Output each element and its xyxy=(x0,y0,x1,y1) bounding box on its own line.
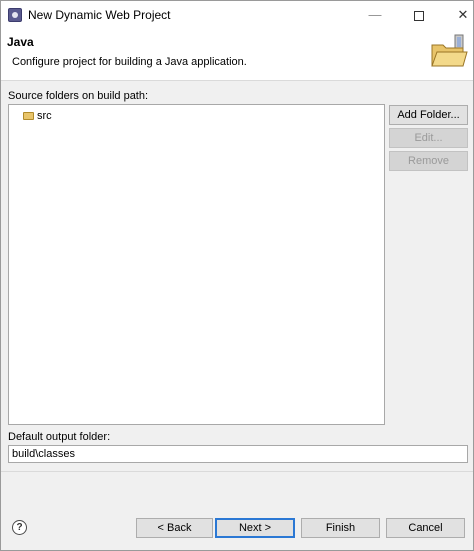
source-folders-tree[interactable]: src xyxy=(8,104,385,425)
package-folder-icon xyxy=(23,112,34,120)
help-icon[interactable]: ? xyxy=(12,520,27,535)
maximize-icon xyxy=(414,10,424,21)
eclipse-icon xyxy=(8,8,22,22)
minimize-button[interactable]: — xyxy=(353,1,397,29)
output-folder-field[interactable]: build\classes xyxy=(8,445,468,463)
remove-button[interactable]: Remove xyxy=(389,151,468,171)
add-folder-button[interactable]: Add Folder... xyxy=(389,105,468,125)
finish-button[interactable]: Finish xyxy=(301,518,380,538)
page-title: Java xyxy=(7,35,34,49)
next-button[interactable]: Next > xyxy=(215,518,295,538)
dialog-window: New Dynamic Web Project — ✕ Java Configu… xyxy=(0,0,474,551)
tree-item-src[interactable]: src xyxy=(23,108,52,124)
source-folders-label: Source folders on build path: xyxy=(8,90,149,102)
page-description: Configure project for building a Java ap… xyxy=(12,56,247,68)
footer-divider xyxy=(1,471,473,472)
output-folder-label: Default output folder: xyxy=(8,431,111,443)
close-button[interactable]: ✕ xyxy=(441,1,474,29)
window-title: New Dynamic Web Project xyxy=(28,8,171,22)
title-bar: New Dynamic Web Project — ✕ xyxy=(1,1,473,29)
folder-banner-icon xyxy=(431,34,468,67)
maximize-button[interactable] xyxy=(397,1,441,29)
tree-item-label: src xyxy=(37,110,52,122)
cancel-button[interactable]: Cancel xyxy=(386,518,465,538)
back-button[interactable]: < Back xyxy=(136,518,213,538)
edit-button[interactable]: Edit... xyxy=(389,128,468,148)
wizard-header: Java Configure project for building a Ja… xyxy=(1,29,473,81)
